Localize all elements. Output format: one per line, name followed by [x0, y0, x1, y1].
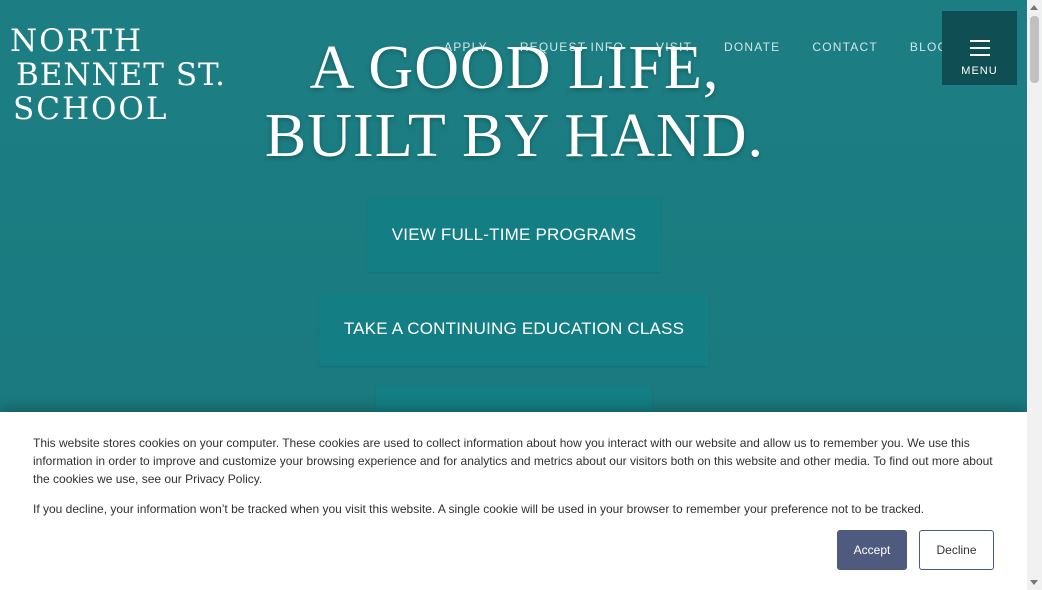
page: NORTH BENNET ST. SCHOOL A GOOD LIFE, BUI…: [0, 0, 1027, 590]
logo-line-school: SCHOOL: [13, 91, 169, 127]
nav-request-info[interactable]: REQUEST INFO: [504, 40, 640, 58]
hero-line-2: BUILT BY HAND.: [264, 102, 765, 170]
hamburger-icon: [970, 40, 990, 61]
nav-contact[interactable]: CONTACT: [796, 40, 894, 58]
nav-donate[interactable]: DONATE: [708, 40, 796, 58]
view-full-time-programs-button[interactable]: VIEW FULL-TIME PROGRAMS: [367, 198, 661, 272]
scrollbar-thumb[interactable]: [1030, 16, 1039, 83]
cta-label: VIEW FULL-TIME PROGRAMS: [391, 225, 637, 244]
scroll-up-arrow-icon[interactable]: [1030, 5, 1038, 10]
nav-visit[interactable]: VISIT: [640, 40, 708, 58]
cookie-text-primary: This website stores cookies on your comp…: [33, 436, 993, 486]
cta-label: TAKE A CONTINUING EDUCATION CLASS: [343, 319, 685, 338]
accept-button[interactable]: Accept: [837, 530, 907, 570]
scroll-down-arrow-icon[interactable]: [1030, 580, 1038, 585]
cookie-banner: This website stores cookies on your comp…: [0, 412, 1027, 590]
logo-line-north: NORTH: [10, 23, 144, 59]
cookie-text-secondary: If you decline, your information won’t b…: [33, 502, 925, 516]
take-continuing-education-button[interactable]: TAKE A CONTINUING EDUCATION CLASS: [319, 292, 709, 366]
nav-apply[interactable]: APPLY: [428, 40, 504, 58]
decline-button[interactable]: Decline: [919, 530, 994, 570]
top-nav: APPLY REQUEST INFO VISIT DONATE CONTACT …: [428, 40, 964, 58]
vertical-scrollbar[interactable]: [1027, 0, 1042, 590]
menu-label: MENU: [961, 65, 998, 77]
school-logo[interactable]: NORTH BENNET ST. SCHOOL: [10, 26, 226, 128]
menu-button[interactable]: MENU: [942, 11, 1017, 85]
logo-line-bennet: BENNET ST.: [16, 57, 227, 93]
